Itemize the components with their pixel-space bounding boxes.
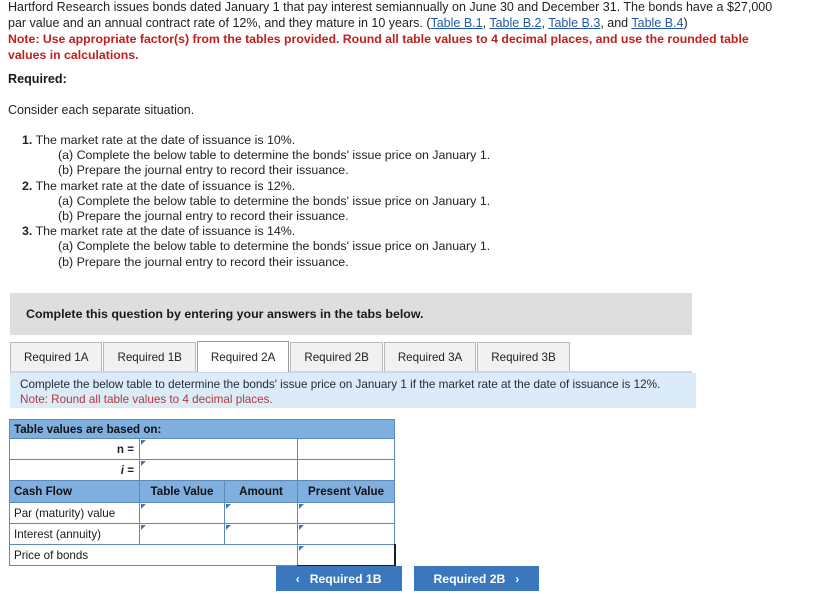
- tab-required-1a[interactable]: Required 1A: [10, 342, 103, 372]
- table-b1-link[interactable]: Table B.1: [430, 16, 482, 30]
- problem-statement: Hartford Research issues bonds dated Jan…: [8, 0, 788, 63]
- column-header-table-value: Table Value: [139, 480, 225, 503]
- interest-present-value-input[interactable]: [296, 523, 396, 545]
- situation-2-number: 2.: [22, 178, 33, 193]
- column-header-amount: Amount: [224, 480, 298, 503]
- situation-3-text: The market rate at the date of issuance …: [35, 224, 296, 239]
- situation-1-text: The market rate at the date of issuance …: [35, 133, 296, 147]
- next-required-label: Required 2B: [433, 571, 506, 586]
- i-input[interactable]: [139, 459, 298, 481]
- chevron-right-icon: ›: [515, 571, 520, 586]
- consider-text: Consider each separate situation.: [8, 103, 195, 117]
- table-b3-link[interactable]: Table B.3: [548, 16, 600, 30]
- link-separator-3: , and: [600, 15, 632, 30]
- price-of-bonds-row: Price of bonds: [9, 544, 396, 567]
- instructions-banner-text: Complete this question by entering your …: [26, 307, 424, 321]
- task-instruction-note: Note: Round all table values to 4 decima…: [20, 393, 273, 406]
- interest-table-value-input[interactable]: [139, 523, 225, 545]
- situation-1b: (b) Prepare the journal entry to record …: [58, 163, 349, 178]
- situation-3a: (a) Complete the below table to determin…: [58, 239, 491, 254]
- tab-required-3a[interactable]: Required 3A: [383, 342, 477, 372]
- i-label: i =: [9, 459, 140, 481]
- table-b2-link[interactable]: Table B.2: [489, 16, 541, 30]
- navigation-buttons: ‹ Required 1B Required 2B ›: [0, 566, 815, 591]
- table-row: Interest (annuity): [9, 523, 396, 545]
- table-b4-link[interactable]: Table B.4: [631, 16, 683, 30]
- situation-3: 3. The market rate at the date of issuan…: [22, 224, 582, 270]
- situation-2b: (b) Prepare the journal entry to record …: [58, 209, 349, 224]
- situation-2-text: The market rate at the date of issuance …: [35, 178, 296, 193]
- statement-line-2-post: ): [683, 15, 688, 30]
- situation-2a: (a) Complete the below table to determin…: [58, 193, 491, 208]
- table-row: Par (maturity) value: [9, 502, 396, 524]
- task-instruction-bar: Complete the below table to determine th…: [10, 373, 696, 408]
- previous-required-label: Required 1B: [309, 571, 382, 586]
- tab-required-2a[interactable]: Required 2A: [196, 341, 290, 372]
- n-row: n =: [9, 438, 396, 460]
- par-table-value-input[interactable]: [139, 502, 225, 524]
- next-required-button[interactable]: Required 2B ›: [413, 566, 540, 591]
- chevron-left-icon: ‹: [295, 571, 300, 586]
- task-instruction-line-1: Complete the below table to determine th…: [20, 378, 661, 391]
- instructions-banner: Complete this question by entering your …: [10, 293, 692, 335]
- tab-strip: Required 1A Required 1B Required 2A Requ…: [10, 341, 692, 372]
- n-input[interactable]: [139, 438, 298, 460]
- par-present-value-input[interactable]: [296, 502, 396, 524]
- rounding-note: Note: Use appropriate factor(s) from the…: [8, 32, 749, 62]
- bond-price-table: Table values are based on: n = i = Cash …: [8, 419, 396, 567]
- situations-list: 1. The market rate at the date of issuan…: [22, 133, 582, 270]
- situation-1-number: 1.: [22, 133, 33, 147]
- previous-required-button[interactable]: ‹ Required 1B: [275, 566, 402, 591]
- situation-3b: (b) Prepare the journal entry to record …: [58, 254, 349, 269]
- column-header-cash-flow: Cash Flow: [9, 480, 140, 503]
- tab-required-3b[interactable]: Required 3B: [477, 342, 570, 372]
- table-basis-title: Table values are based on:: [8, 419, 396, 439]
- par-amount-input[interactable]: [224, 502, 298, 524]
- row-label-par-value: Par (maturity) value: [9, 502, 140, 524]
- interest-amount-input[interactable]: [224, 523, 298, 545]
- column-header-present-value: Present Value: [296, 480, 396, 503]
- table-title-row: Table values are based on:: [8, 419, 396, 439]
- situation-1a: (a) Complete the below table to determin…: [58, 148, 491, 163]
- situation-2: 2. The market rate at the date of issuan…: [22, 179, 582, 225]
- row-label-interest-annuity: Interest (annuity): [9, 523, 140, 545]
- n-row-filler: [296, 438, 396, 460]
- table-column-header-row: Cash Flow Table Value Amount Present Val…: [9, 480, 396, 503]
- question-page: Hartford Research issues bonds dated Jan…: [0, 0, 815, 594]
- i-row: i =: [9, 459, 396, 481]
- required-heading: Required:: [8, 72, 67, 86]
- i-row-filler: [296, 459, 396, 481]
- tab-required-2b[interactable]: Required 2B: [290, 342, 383, 372]
- n-label: n =: [9, 438, 140, 460]
- tab-required-1b[interactable]: Required 1B: [103, 342, 196, 372]
- row-label-price-of-bonds: Price of bonds: [9, 544, 298, 566]
- situation-1: 1. The market rate at the date of issuan…: [22, 133, 582, 179]
- situation-3-number: 3.: [22, 224, 33, 239]
- statement-line-1: Hartford Research issues bonds dated Jan…: [8, 0, 724, 14]
- price-of-bonds-input[interactable]: [296, 544, 396, 567]
- i-label-rest: =: [124, 463, 134, 477]
